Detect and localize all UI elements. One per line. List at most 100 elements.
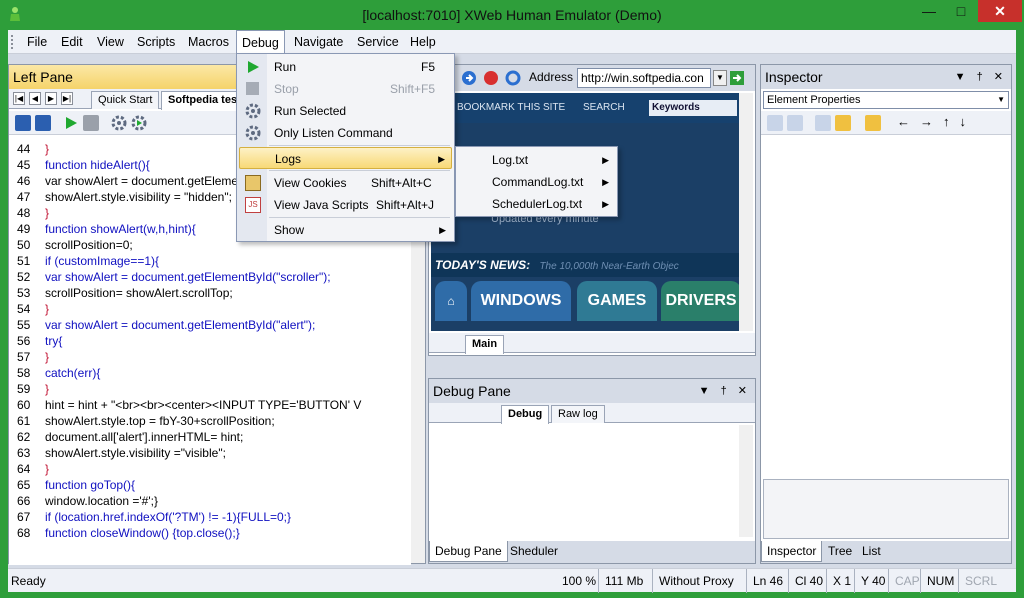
menu-item-show[interactable]: Show ▶: [239, 219, 452, 241]
events-icon[interactable]: [835, 115, 851, 131]
menu-item-logs[interactable]: Logs ▶: [239, 147, 452, 169]
code-line: 62 document.all['alert'].innerHTML= hint;: [9, 429, 411, 445]
tab-inspector[interactable]: Inspector: [761, 541, 823, 562]
categorized-icon[interactable]: [767, 115, 783, 131]
menu-item-label: Show: [274, 223, 305, 237]
menu-item-run-selected[interactable]: Run Selected: [239, 100, 452, 122]
debug-tab-strip: Debug Raw log: [429, 403, 755, 424]
debug-bottom-tabs: Debug Pane Sheduler: [429, 541, 755, 563]
code-text: scrollPosition= showAlert.scrollTop;: [45, 286, 233, 300]
gear-icon[interactable]: [111, 115, 127, 131]
site-search-input[interactable]: Keywords: [649, 100, 737, 116]
code-line: 54}: [9, 301, 411, 317]
status-num: NUM: [920, 569, 954, 593]
stop-icon[interactable]: [83, 115, 99, 131]
next-tab-icon[interactable]: ▶: [45, 92, 57, 105]
properties-icon[interactable]: [815, 115, 831, 131]
search-link[interactable]: SEARCH: [583, 93, 625, 123]
news-text: The 10,000th Near-Earth Objec: [539, 261, 679, 272]
code-text: }: [45, 350, 50, 364]
code-line: 55 var showAlert = document.getElementByI…: [9, 317, 411, 333]
menu-item-label: View Java Scripts: [274, 198, 369, 212]
forward-icon[interactable]: [461, 70, 477, 86]
go-icon[interactable]: [729, 70, 745, 86]
tab-quick-start[interactable]: Quick Start: [91, 91, 160, 109]
code-text: }: [45, 462, 50, 476]
submenu-item-log[interactable]: Log.txt ▶: [458, 149, 615, 171]
status-line: Ln 46: [746, 569, 783, 593]
menu-item-stop[interactable]: Stop Shift+F5: [239, 78, 452, 100]
tab-debug[interactable]: Debug: [501, 405, 550, 424]
stop-load-icon[interactable]: [483, 70, 499, 86]
tab-main[interactable]: Main: [465, 335, 505, 354]
site-tab-games[interactable]: GAMES: [577, 281, 657, 321]
menu-item-label: View Cookies: [274, 176, 347, 190]
tab-debug-pane[interactable]: Debug Pane: [429, 541, 508, 562]
status-bar: Ready 100 % 111 Mb Without Proxy Ln 46 C…: [8, 568, 1016, 593]
line-number: 63: [17, 446, 31, 460]
menu-view[interactable]: View: [92, 30, 129, 54]
code-text: hint = hint + "<br><br><center><INPUT TY…: [45, 398, 362, 412]
code-line: 68 function closeWindow() {top.close();}: [9, 525, 411, 541]
debug-pane-controls[interactable]: ▼ † ✕: [699, 379, 751, 403]
address-dropdown-icon[interactable]: ▼: [713, 70, 727, 86]
tab-list[interactable]: List: [857, 541, 886, 562]
code-text: if (customImage==1){: [45, 254, 160, 268]
menu-edit[interactable]: Edit: [56, 30, 88, 54]
first-tab-icon[interactable]: |◀: [13, 92, 25, 105]
gear-run-icon[interactable]: [131, 115, 147, 131]
code-line: 52 var showAlert = document.getElementByI…: [9, 269, 411, 285]
code-text: showAlert.style.top = fbY-30+scrollPosit…: [45, 414, 275, 428]
highlight-icon[interactable]: [865, 115, 881, 131]
sort-az-icon[interactable]: [787, 115, 803, 131]
submenu-item-label: SchedulerLog.txt: [492, 197, 583, 211]
address-input[interactable]: http://win.softpedia.con: [577, 68, 711, 88]
submenu-item-schedulerlog[interactable]: SchedulerLog.txt ▶: [458, 193, 615, 215]
browser-scrollbar[interactable]: [739, 93, 753, 331]
save-icon[interactable]: [15, 115, 31, 131]
submenu-item-label: Log.txt: [492, 153, 529, 167]
maximize-button[interactable]: □: [946, 0, 976, 22]
debug-scrollbar[interactable]: [739, 425, 753, 537]
menu-navigate[interactable]: Navigate: [289, 30, 348, 54]
bookmark-link[interactable]: BOOKMARK THIS SITE: [457, 93, 565, 123]
close-button[interactable]: ✕: [978, 0, 1022, 22]
gear-icon: [245, 103, 261, 119]
menu-item-view-cookies[interactable]: View Cookies Shift+Alt+C: [239, 172, 452, 194]
tab-softpedia-test[interactable]: Softpedia tes: [161, 91, 245, 110]
line-number: 58: [17, 366, 31, 380]
line-number: 56: [17, 334, 31, 348]
menu-grip: [11, 35, 14, 49]
code-text: try{: [45, 334, 63, 348]
prev-tab-icon[interactable]: ◀: [29, 92, 41, 105]
tab-tree[interactable]: Tree: [823, 541, 857, 562]
site-tab-drivers[interactable]: DRIVERS: [661, 281, 739, 321]
minimize-button[interactable]: —: [914, 0, 944, 22]
tab-sheduler[interactable]: Sheduler: [505, 541, 563, 562]
save-all-icon[interactable]: [35, 115, 51, 131]
menu-item-view-java-scripts[interactable]: JS View Java Scripts Shift+Alt+J: [239, 194, 452, 216]
menu-item-only-listen[interactable]: Only Listen Command: [239, 122, 452, 144]
last-tab-icon[interactable]: ▶|: [61, 92, 73, 105]
tab-raw-log[interactable]: Raw log: [551, 405, 605, 423]
inspector-select[interactable]: Element Properties ▼: [763, 91, 1009, 109]
menu-item-run[interactable]: Run F5: [239, 56, 452, 78]
submenu-arrow-icon: ▶: [438, 154, 445, 164]
site-home-icon[interactable]: ⌂: [435, 281, 467, 321]
window-title: [localhost:7010] XWeb Human Emulator (De…: [362, 7, 662, 23]
arrow-nav-icons[interactable]: ←→↑↓: [897, 114, 976, 129]
site-tab-windows[interactable]: WINDOWS: [471, 281, 571, 321]
inspector-controls[interactable]: ▼ † ✕: [955, 65, 1007, 89]
menu-service[interactable]: Service: [352, 30, 404, 54]
debug-menu-dropdown: Run F5 Stop Shift+F5 Run Selected Only L…: [236, 53, 455, 242]
submenu-item-commandlog[interactable]: CommandLog.txt ▶: [458, 171, 615, 193]
site-top-bar: BOOKMARK THIS SITE SEARCH Keywords: [431, 93, 739, 123]
refresh-icon[interactable]: [505, 70, 521, 86]
run-icon[interactable]: [63, 115, 79, 131]
menu-file[interactable]: File: [22, 30, 52, 54]
menu-help[interactable]: Help: [405, 30, 441, 54]
menu-macros[interactable]: Macros: [183, 30, 234, 54]
line-number: 52: [17, 270, 31, 284]
menu-separator: [269, 217, 450, 218]
menu-scripts[interactable]: Scripts: [132, 30, 180, 54]
